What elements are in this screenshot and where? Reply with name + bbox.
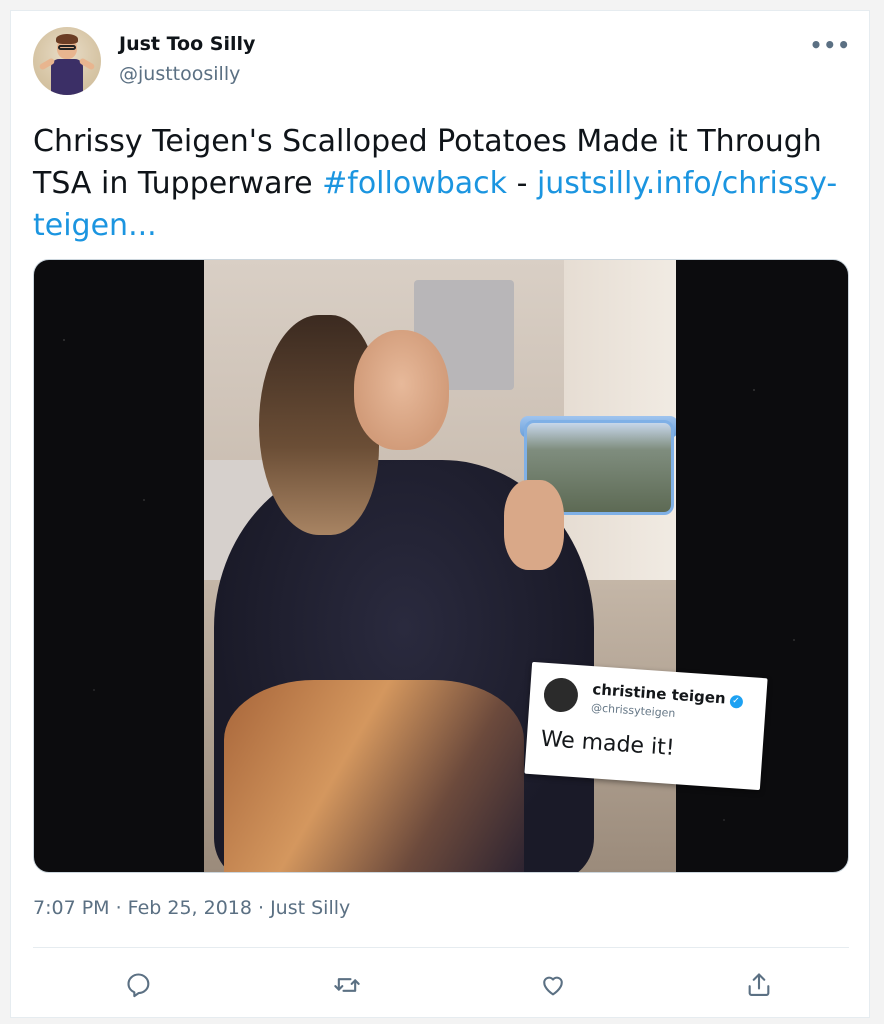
tweet-card: Just Too Silly @justtoosilly ••• Chrissy… (10, 10, 870, 1018)
embedded-tweet-card: christine teigen ✓ @chrissyteigen We made… (524, 661, 768, 791)
tweet-text: Chrissy Teigen's Scalloped Potatoes Made… (33, 121, 843, 247)
verified-badge-icon: ✓ (728, 694, 743, 709)
action-bar (33, 961, 849, 1007)
tweet-text-separator: - (507, 166, 537, 201)
photo (204, 260, 676, 872)
reply-icon[interactable] (121, 967, 157, 1003)
hashtag-link[interactable]: #followback (322, 166, 507, 201)
author-handle[interactable]: @justtoosilly (119, 63, 240, 85)
embedded-handle: @chrissyteigen (590, 701, 676, 721)
author-avatar[interactable] (33, 27, 101, 95)
author-name[interactable]: Just Too Silly (119, 33, 255, 55)
tweet-timestamp[interactable]: 7:07 PM · Feb 25, 2018 · Just Silly (33, 897, 350, 919)
share-icon[interactable] (741, 967, 777, 1003)
retweet-icon[interactable] (329, 967, 365, 1003)
embedded-avatar (542, 676, 580, 714)
embedded-text: We made it! (539, 726, 676, 762)
more-options-icon[interactable]: ••• (810, 33, 851, 57)
divider (33, 947, 849, 948)
tweet-media-image[interactable]: christine teigen ✓ @chrissyteigen We made… (33, 259, 849, 873)
like-icon[interactable] (535, 967, 571, 1003)
